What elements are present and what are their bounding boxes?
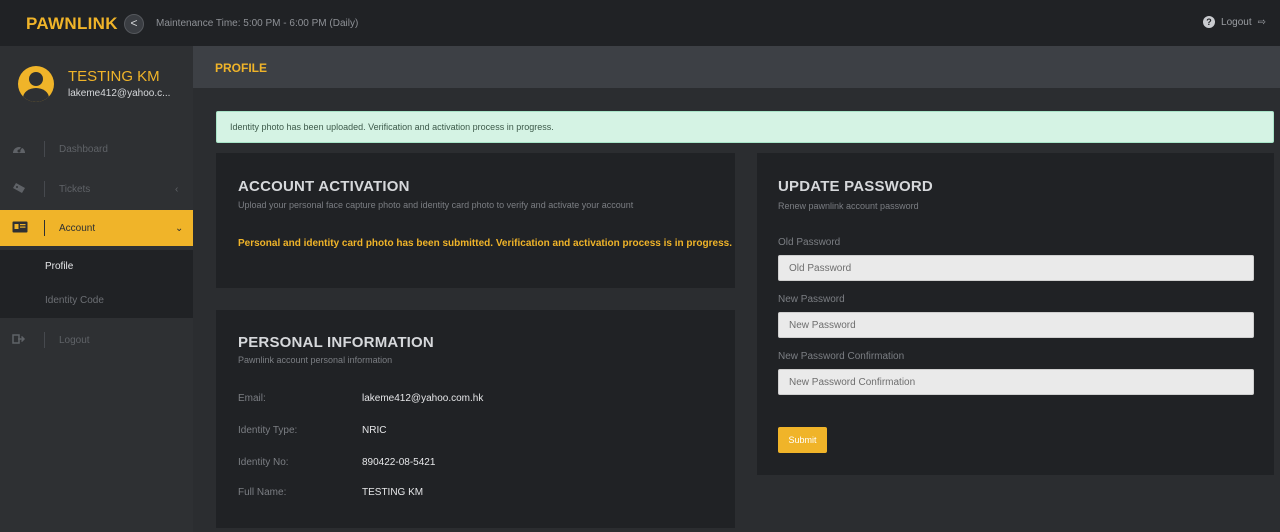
sidebar: TESTING KM lakeme412@yahoo.c... Dashboar…	[0, 46, 193, 532]
activation-subtitle: Upload your personal face capture photo …	[238, 200, 634, 210]
old-password-input[interactable]	[778, 255, 1254, 281]
chevron-left-icon: ‹	[175, 183, 179, 195]
success-alert: Identity photo has been uploaded. Verifi…	[216, 111, 1274, 143]
email-value: lakeme412@yahoo.com.hk	[362, 393, 484, 404]
sidebar-item-dashboard[interactable]: Dashboard	[0, 131, 193, 167]
avatar	[18, 66, 54, 102]
confirm-password-label: New Password Confirmation	[778, 351, 905, 362]
chevron-left-icon: <	[130, 16, 138, 30]
password-subtitle: Renew pawnlink account password	[778, 201, 919, 211]
maintenance-notice: Maintenance Time: 5:00 PM - 6:00 PM (Dai…	[156, 18, 359, 29]
personal-information-panel: PERSONAL INFORMATION Pawnlink account pe…	[216, 310, 735, 528]
update-password-panel: UPDATE PASSWORD Renew pawnlink account p…	[757, 153, 1274, 475]
email-label: Email:	[238, 393, 266, 404]
ticket-icon	[0, 182, 44, 197]
account-activation-panel: ACCOUNT ACTIVATION Upload your personal …	[216, 153, 735, 288]
brand-logo[interactable]: PAWNLINK	[26, 14, 118, 34]
identity-type-label: Identity Type:	[238, 425, 298, 436]
sidebar-subitem-identity-code[interactable]: Identity Code	[0, 284, 193, 318]
identity-no-label: Identity No:	[238, 457, 289, 468]
new-password-label: New Password	[778, 294, 845, 305]
sidebar-item-label: Logout	[59, 334, 90, 346]
sidebar-subitem-profile[interactable]: Profile	[0, 250, 193, 284]
sidebar-item-logout[interactable]: Logout	[0, 322, 193, 358]
sidebar-item-account[interactable]: Account ⌄	[0, 210, 193, 246]
sidebar-item-label: Dashboard	[59, 143, 108, 155]
top-right-actions: ? Logout ⇨	[1203, 16, 1266, 28]
user-email: lakeme412@yahoo.c...	[68, 88, 171, 99]
content-header: PROFILE	[193, 46, 1280, 88]
full-name-value: TESTING KM	[362, 487, 424, 498]
help-icon[interactable]: ?	[1203, 16, 1216, 28]
user-name: TESTING KM	[68, 68, 160, 85]
sidebar-item-label: Tickets	[59, 183, 91, 195]
password-title: UPDATE PASSWORD	[778, 178, 933, 195]
activation-status: Personal and identity card photo has bee…	[238, 238, 733, 249]
collapse-sidebar-button[interactable]: <	[124, 14, 144, 34]
activation-title: ACCOUNT ACTIVATION	[238, 178, 410, 195]
personal-title: PERSONAL INFORMATION	[238, 334, 434, 351]
identity-no-value: 890422-08-5421	[362, 457, 436, 468]
dashboard-icon	[0, 142, 44, 157]
top-bar: PAWNLINK < Maintenance Time: 5:00 PM - 6…	[0, 0, 1280, 46]
page-title: PROFILE	[215, 61, 268, 75]
logout-icon[interactable]: ⇨	[1258, 17, 1266, 28]
sidebar-item-tickets[interactable]: Tickets ‹	[0, 171, 193, 207]
full-name-label: Full Name:	[238, 487, 287, 498]
id-card-icon	[0, 221, 44, 236]
personal-subtitle: Pawnlink account personal information	[238, 355, 393, 365]
identity-type-value: NRIC	[362, 425, 387, 436]
sidebar-item-label: Account	[59, 222, 96, 234]
logout-icon	[0, 333, 44, 348]
old-password-label: Old Password	[778, 237, 841, 248]
chevron-down-icon: ⌄	[175, 222, 184, 234]
new-password-input[interactable]	[778, 312, 1254, 338]
logout-link[interactable]: Logout	[1221, 17, 1252, 28]
submit-button[interactable]: Submit	[778, 427, 827, 453]
user-profile-box: TESTING KM lakeme412@yahoo.c...	[0, 46, 193, 114]
confirm-password-input[interactable]	[778, 369, 1254, 395]
